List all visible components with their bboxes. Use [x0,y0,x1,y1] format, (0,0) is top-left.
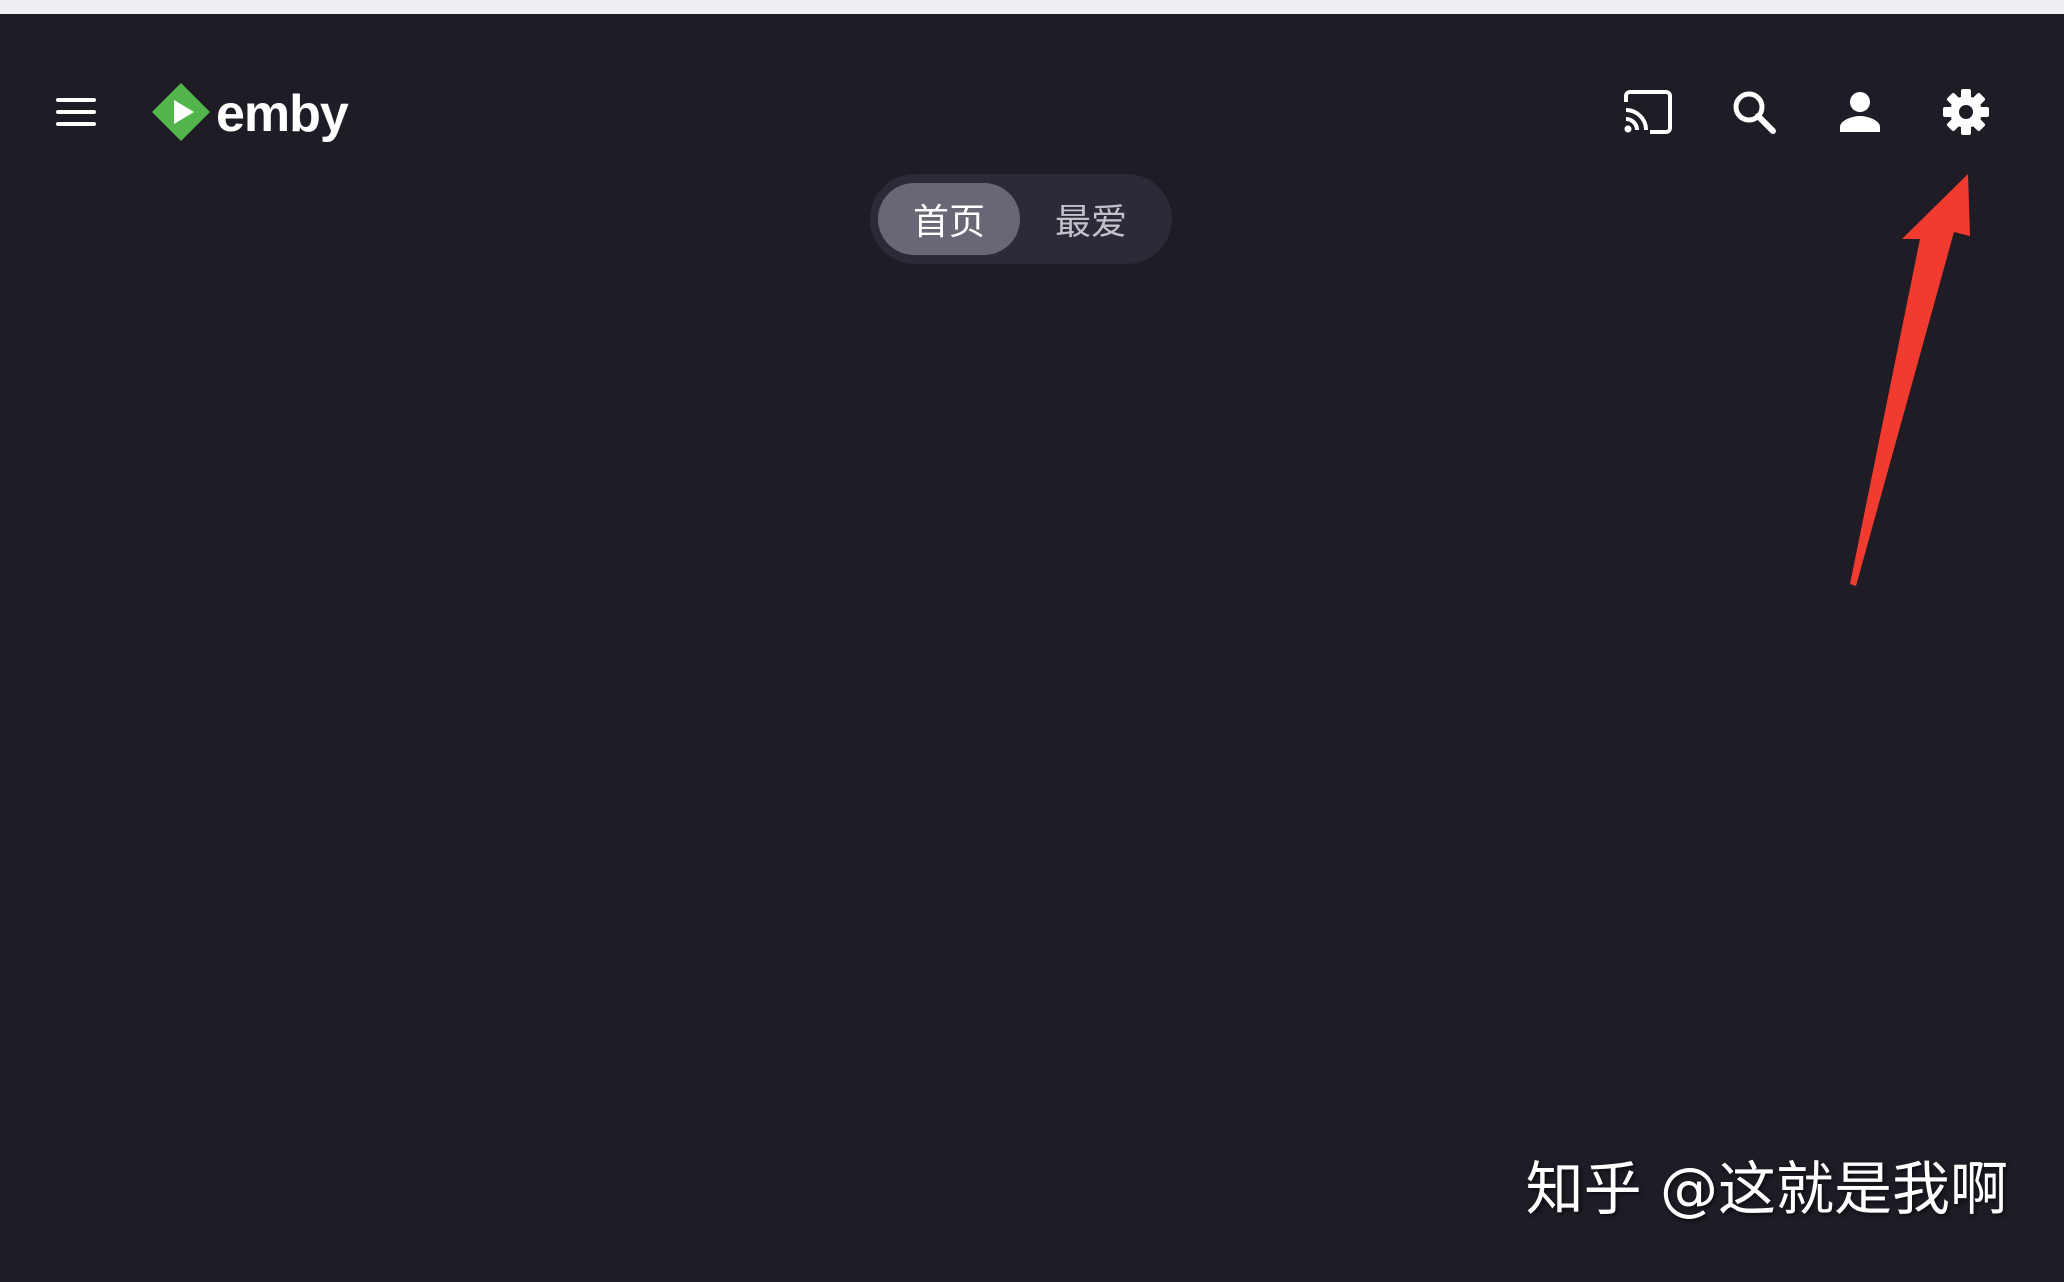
annotation-arrow [1820,154,1980,599]
app-window: emby 首页 最爱 知乎 @这就是我啊 [0,14,2064,1282]
cast-button[interactable] [1618,84,1678,144]
emby-logo[interactable]: emby [150,82,349,144]
tab-bar: 首页 最爱 [870,174,1172,264]
logo-text: emby [216,85,349,143]
gear-icon [1941,87,1991,142]
menu-button[interactable] [50,84,102,144]
user-button[interactable] [1830,84,1890,144]
user-icon [1839,91,1881,138]
top-strip [0,0,2064,14]
watermark: 知乎 @这就是我啊 [1525,1155,2008,1223]
tab-favorites[interactable]: 最爱 [1020,183,1162,255]
tab-home[interactable]: 首页 [878,183,1020,255]
menu-icon [54,96,98,133]
settings-button[interactable] [1936,84,1996,144]
search-button[interactable] [1724,84,1784,144]
search-icon [1731,89,1777,140]
cast-icon [1622,89,1674,139]
emby-logo-icon [150,81,212,148]
